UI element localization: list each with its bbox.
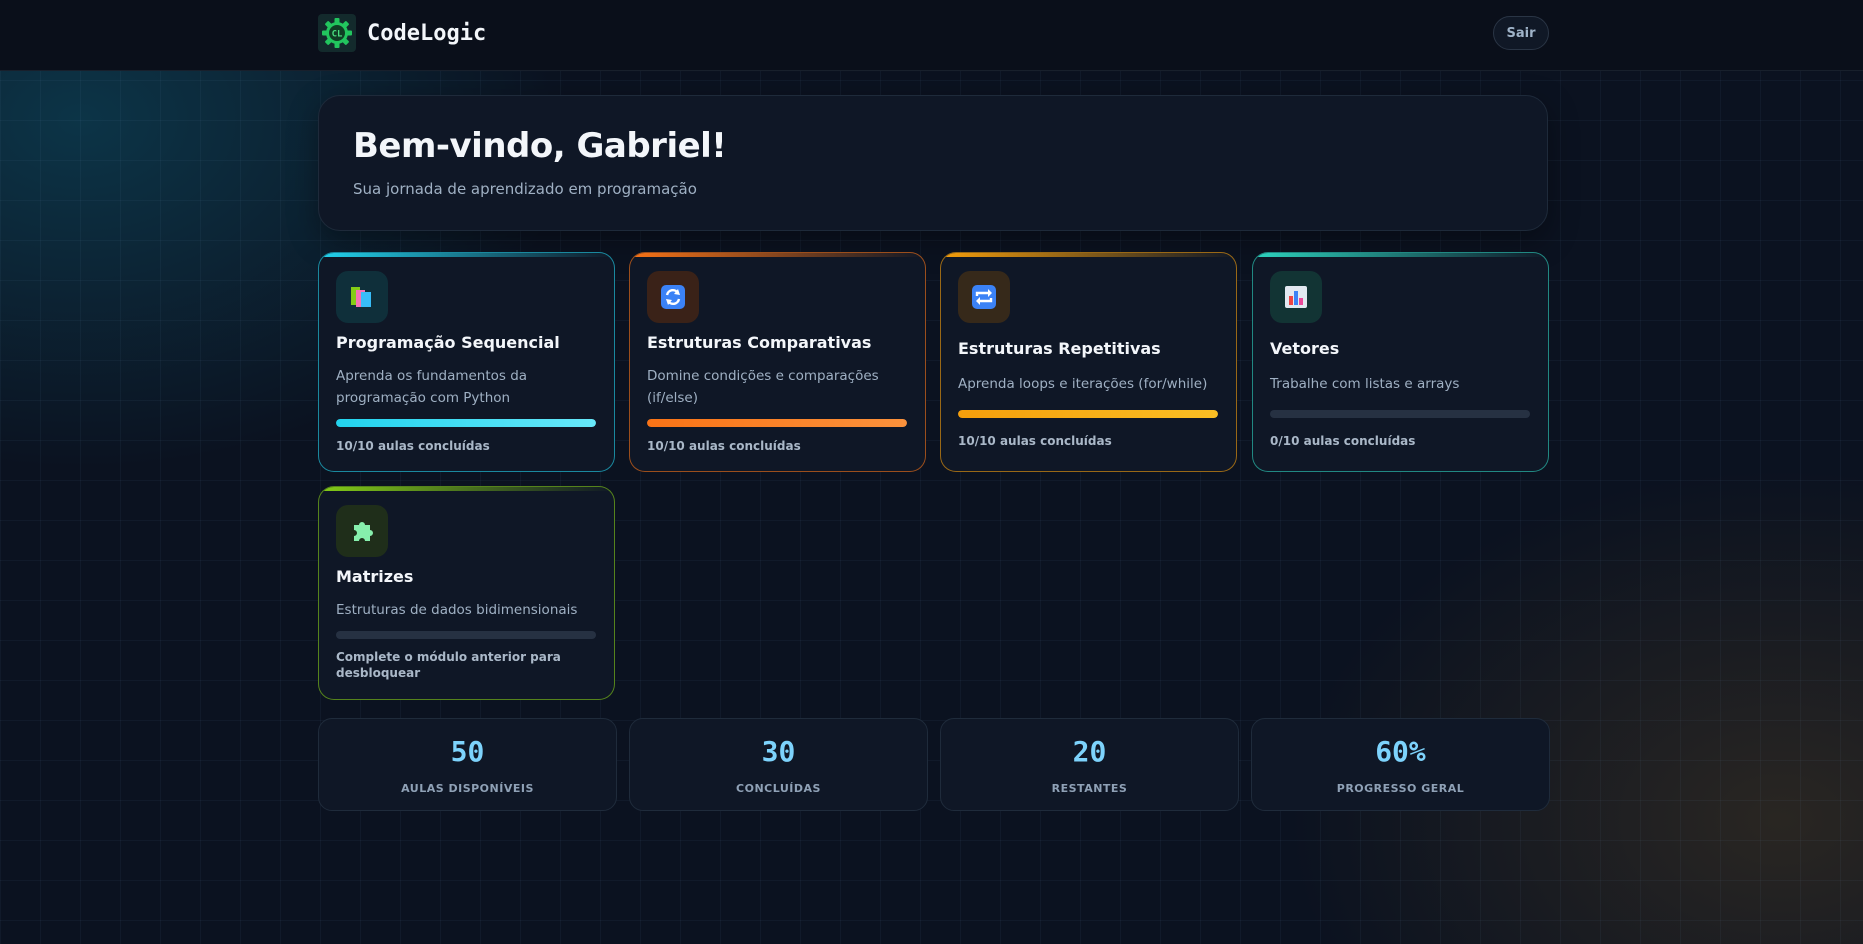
module-description: Estruturas de dados bidimensionais <box>336 602 578 618</box>
module-status: 10/10 aulas concluídas <box>647 439 801 453</box>
brand[interactable]: CL CodeLogic <box>318 14 486 52</box>
module-description: Aprenda loops e iterações (for/while) <box>958 376 1208 392</box>
module-card-estruturas-repetitivas[interactable]: Estruturas Repetitivas Aprenda loops e i… <box>940 252 1237 472</box>
module-title: Matrizes <box>336 567 414 586</box>
progress-fill <box>336 419 596 427</box>
module-title: Programação Sequencial <box>336 333 560 352</box>
stat-concluidas: 30 CONCLUÍDAS <box>629 718 928 811</box>
module-card-matrizes[interactable]: Matrizes Estruturas de dados bidimension… <box>318 486 615 700</box>
stat-label: RESTANTES <box>1051 782 1128 795</box>
module-title: Estruturas Repetitivas <box>958 339 1161 358</box>
card-accent-bar <box>319 487 614 491</box>
stat-value: 20 <box>1072 735 1107 768</box>
stat-value: 30 <box>761 735 796 768</box>
card-accent-bar <box>1253 253 1548 257</box>
top-navbar: CL CodeLogic Sair <box>0 0 1863 71</box>
puzzle-icon <box>336 505 388 557</box>
module-description: Aprenda os fundamentos da programação co… <box>336 368 528 406</box>
progress-bar <box>958 410 1218 418</box>
module-title: Vetores <box>1270 339 1340 358</box>
stat-progresso-geral: 60% PROGRESSO GERAL <box>1251 718 1550 811</box>
stat-label: PROGRESSO GERAL <box>1336 782 1465 795</box>
stat-value: 60% <box>1375 735 1426 768</box>
refresh-icon <box>647 271 699 323</box>
module-card-programacao-sequencial[interactable]: Programação Sequencial Aprenda os fundam… <box>318 252 615 472</box>
welcome-title: Bem-vindo, Gabriel! <box>353 126 727 166</box>
stat-label: AULAS DISPONÍVEIS <box>401 782 534 795</box>
welcome-panel: Bem-vindo, Gabriel! Sua jornada de apren… <box>318 95 1548 231</box>
welcome-subtitle: Sua jornada de aprendizado em programaçã… <box>353 180 697 198</box>
stat-label: CONCLUÍDAS <box>736 782 821 795</box>
app-name: CodeLogic <box>367 20 487 46</box>
repeat-icon <box>958 271 1010 323</box>
module-description: Trabalhe com listas e arrays <box>1270 376 1460 392</box>
module-status: 0/10 aulas concluídas <box>1270 434 1416 448</box>
progress-bar <box>336 631 596 639</box>
module-title: Estruturas Comparativas <box>647 333 872 352</box>
gear-logo-icon: CL <box>318 14 356 52</box>
module-status: 10/10 aulas concluídas <box>958 434 1112 448</box>
stat-value: 50 <box>450 735 485 768</box>
progress-fill <box>958 410 1218 418</box>
logout-button[interactable]: Sair <box>1493 16 1549 50</box>
bar-chart-icon <box>1270 271 1322 323</box>
module-status: 10/10 aulas concluídas <box>336 439 490 453</box>
card-accent-bar <box>630 253 925 257</box>
stat-aulas-disponiveis: 50 AULAS DISPONÍVEIS <box>318 718 617 811</box>
books-icon <box>336 271 388 323</box>
module-description: Domine condições e comparações (if/else) <box>647 368 879 406</box>
stat-restantes: 20 RESTANTES <box>940 718 1239 811</box>
module-card-vetores[interactable]: Vetores Trabalhe com listas e arrays 0/1… <box>1252 252 1549 472</box>
progress-bar <box>647 419 907 427</box>
card-accent-bar <box>319 253 614 257</box>
card-accent-bar <box>941 253 1236 257</box>
progress-bar <box>336 419 596 427</box>
module-card-estruturas-comparativas[interactable]: Estruturas Comparativas Domine condições… <box>629 252 926 472</box>
logo-text: CL <box>332 30 343 40</box>
progress-bar <box>1270 410 1530 418</box>
module-status: Complete o módulo anterior para desbloqu… <box>336 650 561 680</box>
progress-fill <box>647 419 907 427</box>
